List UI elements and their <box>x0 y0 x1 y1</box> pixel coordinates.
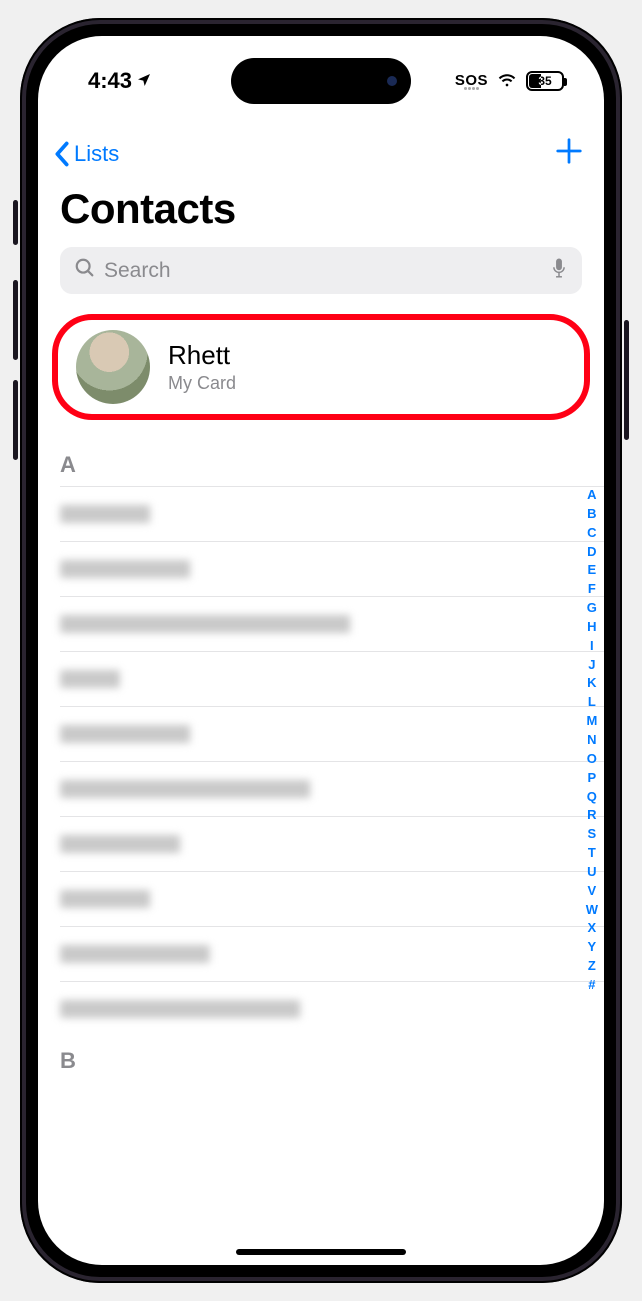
index-letter[interactable]: O <box>587 750 597 769</box>
search-input[interactable] <box>104 259 542 283</box>
section-header-a: A <box>60 450 604 486</box>
contact-name-redacted <box>60 1000 300 1018</box>
device-body: 4:43 SOS <box>20 18 622 1283</box>
contact-row[interactable] <box>60 926 604 981</box>
add-contact-button[interactable] <box>554 136 584 171</box>
index-letter[interactable]: V <box>588 882 597 901</box>
contact-row[interactable] <box>60 706 604 761</box>
index-letter[interactable]: G <box>587 599 597 618</box>
wifi-icon <box>496 68 518 95</box>
screen: 4:43 SOS <box>38 36 604 1265</box>
contact-name-redacted <box>60 505 150 523</box>
contacts-list[interactable]: A B <box>38 450 604 1082</box>
contact-name-redacted <box>60 725 190 743</box>
index-bar[interactable]: ABCDEFGHIJKLMNOPQRSTUVWXYZ# <box>586 486 598 995</box>
back-button[interactable]: Lists <box>52 140 119 168</box>
contact-row[interactable] <box>60 761 604 816</box>
back-label: Lists <box>74 141 119 167</box>
status-time: 4:43 <box>88 68 132 94</box>
contact-name-redacted <box>60 780 310 798</box>
index-letter[interactable]: R <box>587 806 596 825</box>
index-letter[interactable]: L <box>588 693 596 712</box>
phone-frame: 4:43 SOS <box>0 0 642 1301</box>
chevron-left-icon <box>52 140 72 168</box>
index-letter[interactable]: M <box>586 712 597 731</box>
index-letter[interactable]: C <box>587 524 596 543</box>
index-letter[interactable]: H <box>587 618 596 637</box>
microphone-icon[interactable] <box>550 257 568 284</box>
battery-icon: 35 <box>526 71 564 91</box>
silence-switch <box>13 200 18 245</box>
page-title: Contacts <box>38 175 604 247</box>
avatar <box>76 330 150 404</box>
contact-row[interactable] <box>60 981 604 1036</box>
index-letter[interactable]: Q <box>587 788 597 807</box>
index-letter[interactable]: B <box>587 505 596 524</box>
index-letter[interactable]: T <box>588 844 596 863</box>
my-card-highlight: Rhett My Card <box>52 314 590 420</box>
my-card-name: Rhett <box>168 340 236 371</box>
contact-name-redacted <box>60 615 350 633</box>
contact-name-redacted <box>60 890 150 908</box>
location-icon <box>136 68 152 94</box>
my-card[interactable]: Rhett My Card <box>68 330 574 404</box>
volume-down-button <box>13 380 18 460</box>
index-letter[interactable]: X <box>588 919 597 938</box>
contact-row[interactable] <box>60 541 604 596</box>
index-letter[interactable]: J <box>588 656 595 675</box>
index-letter[interactable]: D <box>587 543 596 562</box>
index-letter[interactable]: A <box>587 486 596 505</box>
contact-name-redacted <box>60 835 180 853</box>
sos-indicator: SOS <box>455 72 488 90</box>
contact-row[interactable] <box>60 486 604 541</box>
contact-row[interactable] <box>60 651 604 706</box>
index-letter[interactable]: P <box>588 769 597 788</box>
search-icon <box>74 257 96 284</box>
index-letter[interactable]: N <box>587 731 596 750</box>
index-letter[interactable]: # <box>588 976 595 995</box>
my-card-subtitle: My Card <box>168 373 236 394</box>
home-indicator[interactable] <box>236 1249 406 1255</box>
index-letter[interactable]: E <box>588 561 597 580</box>
volume-up-button <box>13 280 18 360</box>
index-letter[interactable]: S <box>588 825 597 844</box>
contact-row[interactable] <box>60 596 604 651</box>
status-bar: 4:43 SOS <box>38 36 604 106</box>
index-letter[interactable]: Z <box>588 957 596 976</box>
power-button <box>624 320 629 440</box>
plus-icon <box>554 136 584 166</box>
search-box[interactable] <box>60 247 582 294</box>
index-letter[interactable]: W <box>586 901 598 920</box>
contact-row[interactable] <box>60 816 604 871</box>
index-letter[interactable]: I <box>590 637 594 656</box>
nav-bar: Lists <box>38 126 604 175</box>
contact-name-redacted <box>60 945 210 963</box>
index-letter[interactable]: F <box>588 580 596 599</box>
contact-name-redacted <box>60 560 190 578</box>
contact-name-redacted <box>60 670 120 688</box>
index-letter[interactable]: Y <box>588 938 597 957</box>
index-letter[interactable]: U <box>587 863 596 882</box>
section-header-b: B <box>60 1036 604 1082</box>
index-letter[interactable]: K <box>587 674 596 693</box>
contact-row[interactable] <box>60 871 604 926</box>
